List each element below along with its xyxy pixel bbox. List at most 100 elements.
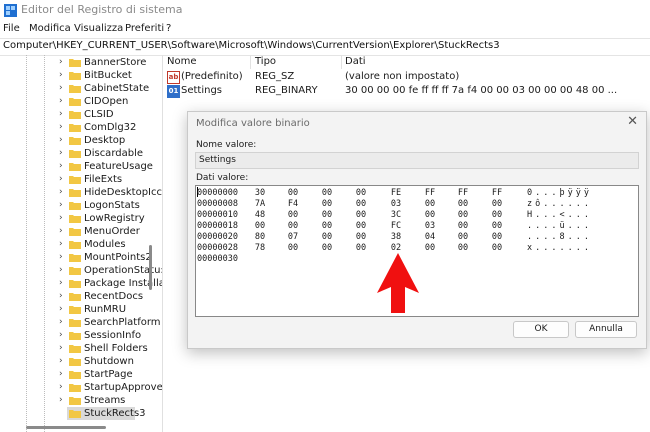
hex-byte[interactable]: FF	[456, 188, 470, 199]
hex-byte[interactable]: 7A	[253, 199, 267, 210]
hex-row[interactable]: 00000008 7A F4 00 00 03 00 00 00 zô......	[196, 199, 636, 210]
tree-item[interactable]: › Modules	[0, 238, 150, 251]
chevron-right-icon[interactable]: ›	[59, 121, 63, 134]
tree-item[interactable]: › BannerStore	[0, 56, 150, 69]
hex-byte[interactable]: 00	[456, 199, 470, 210]
chevron-right-icon[interactable]: ›	[59, 329, 63, 342]
menu-visualizza[interactable]: Visualizza	[74, 23, 123, 34]
chevron-right-icon[interactable]: ›	[59, 225, 63, 238]
hex-byte[interactable]: F4	[286, 199, 300, 210]
hex-byte[interactable]: 30	[253, 188, 267, 199]
hex-byte[interactable]: 00	[456, 232, 470, 243]
hex-byte[interactable]: 00	[286, 210, 300, 221]
chevron-right-icon[interactable]: ›	[59, 277, 63, 290]
hex-byte[interactable]: 00	[456, 221, 470, 232]
chevron-right-icon[interactable]: ›	[59, 238, 63, 251]
hex-byte[interactable]: 00	[320, 210, 334, 221]
key-tree[interactable]: › BannerStore › BitBucket › CabinetState › CIDO…	[0, 55, 163, 432]
hex-byte[interactable]: 78	[253, 243, 267, 254]
hex-byte[interactable]: 00	[320, 232, 334, 243]
hex-byte[interactable]: FC	[389, 221, 403, 232]
column-separator[interactable]	[341, 55, 342, 69]
hex-row[interactable]: 00000000 30 00 00 00 FE FF FF FF 0...þÿÿÿ	[196, 188, 636, 199]
hex-byte[interactable]: 00	[490, 210, 504, 221]
tree-item[interactable]: › CabinetState	[0, 82, 150, 95]
tree-item[interactable]: › Streams	[0, 394, 150, 407]
value-row-settings[interactable]: 01 Settings REG_BINARY 30 00 00 00 fe ff…	[163, 84, 650, 98]
tree-vertical-scrollbar[interactable]	[149, 245, 152, 290]
close-icon[interactable]: ✕	[627, 114, 638, 129]
hex-byte[interactable]: 00	[423, 243, 437, 254]
chevron-right-icon[interactable]: ›	[59, 394, 63, 407]
chevron-right-icon[interactable]: ›	[59, 290, 63, 303]
chevron-right-icon[interactable]: ›	[59, 368, 63, 381]
hex-byte[interactable]: 00	[320, 221, 334, 232]
hex-byte[interactable]: 00	[354, 210, 368, 221]
menu-modifica[interactable]: Modifica	[29, 23, 71, 34]
chevron-right-icon[interactable]: ›	[59, 56, 63, 69]
tree-item[interactable]: › MountPoints2	[0, 251, 152, 264]
hex-byte[interactable]: 00	[320, 188, 334, 199]
tree-item[interactable]: › CIDOpen	[0, 95, 150, 108]
hex-byte[interactable]: 00	[320, 243, 334, 254]
chevron-right-icon[interactable]: ›	[59, 199, 63, 212]
tree-item[interactable]: › CLSID	[0, 108, 150, 121]
hex-row[interactable]: 00000018 00 00 00 00 FC 03 00 00 ....ü...	[196, 221, 636, 232]
hex-row[interactable]: 00000010 48 00 00 00 3C 00 00 00 H...<...	[196, 210, 636, 221]
hex-byte[interactable]: 00	[320, 199, 334, 210]
menu-preferiti[interactable]: Preferiti	[125, 23, 164, 34]
hex-byte[interactable]: FF	[490, 188, 504, 199]
chevron-right-icon[interactable]: ›	[59, 381, 63, 394]
tree-item[interactable]: › ComDlg32	[0, 121, 150, 134]
hex-byte[interactable]: 03	[389, 199, 403, 210]
hex-byte[interactable]: 00	[456, 210, 470, 221]
tree-item[interactable]: › HideDesktopIcc	[0, 186, 162, 199]
hex-byte[interactable]: 00	[286, 243, 300, 254]
hex-byte[interactable]: 00	[354, 221, 368, 232]
address-path[interactable]: Computer\HKEY_CURRENT_USER\Software\Micr…	[3, 40, 500, 51]
hex-byte[interactable]: 00	[423, 199, 437, 210]
chevron-right-icon[interactable]: ›	[59, 186, 63, 199]
hex-byte[interactable]: FE	[389, 188, 403, 199]
tree-item[interactable]: › SessionInfo	[0, 329, 150, 342]
hex-byte[interactable]: 48	[253, 210, 267, 221]
hex-byte[interactable]: 00	[253, 221, 267, 232]
menu-file[interactable]: File	[3, 23, 20, 34]
tree-item[interactable]: StuckRects3	[0, 407, 150, 420]
hex-byte[interactable]: 00	[354, 188, 368, 199]
address-bar[interactable]: Computer\HKEY_CURRENT_USER\Software\Micr…	[0, 38, 650, 56]
value-row-default[interactable]: ab (Predefinito) REG_SZ (valore non impo…	[163, 70, 650, 84]
chevron-right-icon[interactable]: ›	[59, 134, 63, 147]
tree-item[interactable]: › SearchPlatform	[0, 316, 161, 329]
tree-item[interactable]: › MenuOrder	[0, 225, 150, 238]
column-separator[interactable]	[250, 55, 251, 69]
tree-item[interactable]: › FileExts	[0, 173, 150, 186]
chevron-right-icon[interactable]: ›	[59, 108, 63, 121]
cancel-button[interactable]: Annulla	[575, 321, 637, 338]
hex-byte[interactable]: 38	[389, 232, 403, 243]
chevron-right-icon[interactable]: ›	[59, 355, 63, 368]
hex-byte[interactable]: 00	[354, 232, 368, 243]
tree-item[interactable]: › Discardable	[0, 147, 150, 160]
tree-item[interactable]: › LowRegistry	[0, 212, 150, 225]
chevron-right-icon[interactable]: ›	[59, 303, 63, 316]
ok-button[interactable]: OK	[513, 321, 569, 338]
tree-item[interactable]: › StartPage	[0, 368, 150, 381]
hex-byte[interactable]: 00	[423, 210, 437, 221]
hex-byte[interactable]: 00	[490, 221, 504, 232]
hex-byte[interactable]: 03	[423, 221, 437, 232]
hex-byte[interactable]: 00	[286, 188, 300, 199]
hex-byte[interactable]: 00	[490, 199, 504, 210]
tree-item[interactable]: › RunMRU	[0, 303, 150, 316]
chevron-right-icon[interactable]: ›	[59, 82, 63, 95]
column-data-header[interactable]: Dati	[345, 56, 366, 67]
tree-item[interactable]: › Package Installa	[0, 277, 162, 290]
tree-item[interactable]: › OperationStatu:	[0, 264, 162, 277]
chevron-right-icon[interactable]: ›	[59, 95, 63, 108]
hex-row[interactable]: 00000020 80 07 00 00 38 04 00 00 ....8...	[196, 232, 636, 243]
hex-byte[interactable]: 00	[456, 243, 470, 254]
tree-item[interactable]: › Shutdown	[0, 355, 150, 368]
hex-byte[interactable]: 04	[423, 232, 437, 243]
column-name-header[interactable]: Nome	[167, 56, 197, 67]
chevron-right-icon[interactable]: ›	[59, 212, 63, 225]
